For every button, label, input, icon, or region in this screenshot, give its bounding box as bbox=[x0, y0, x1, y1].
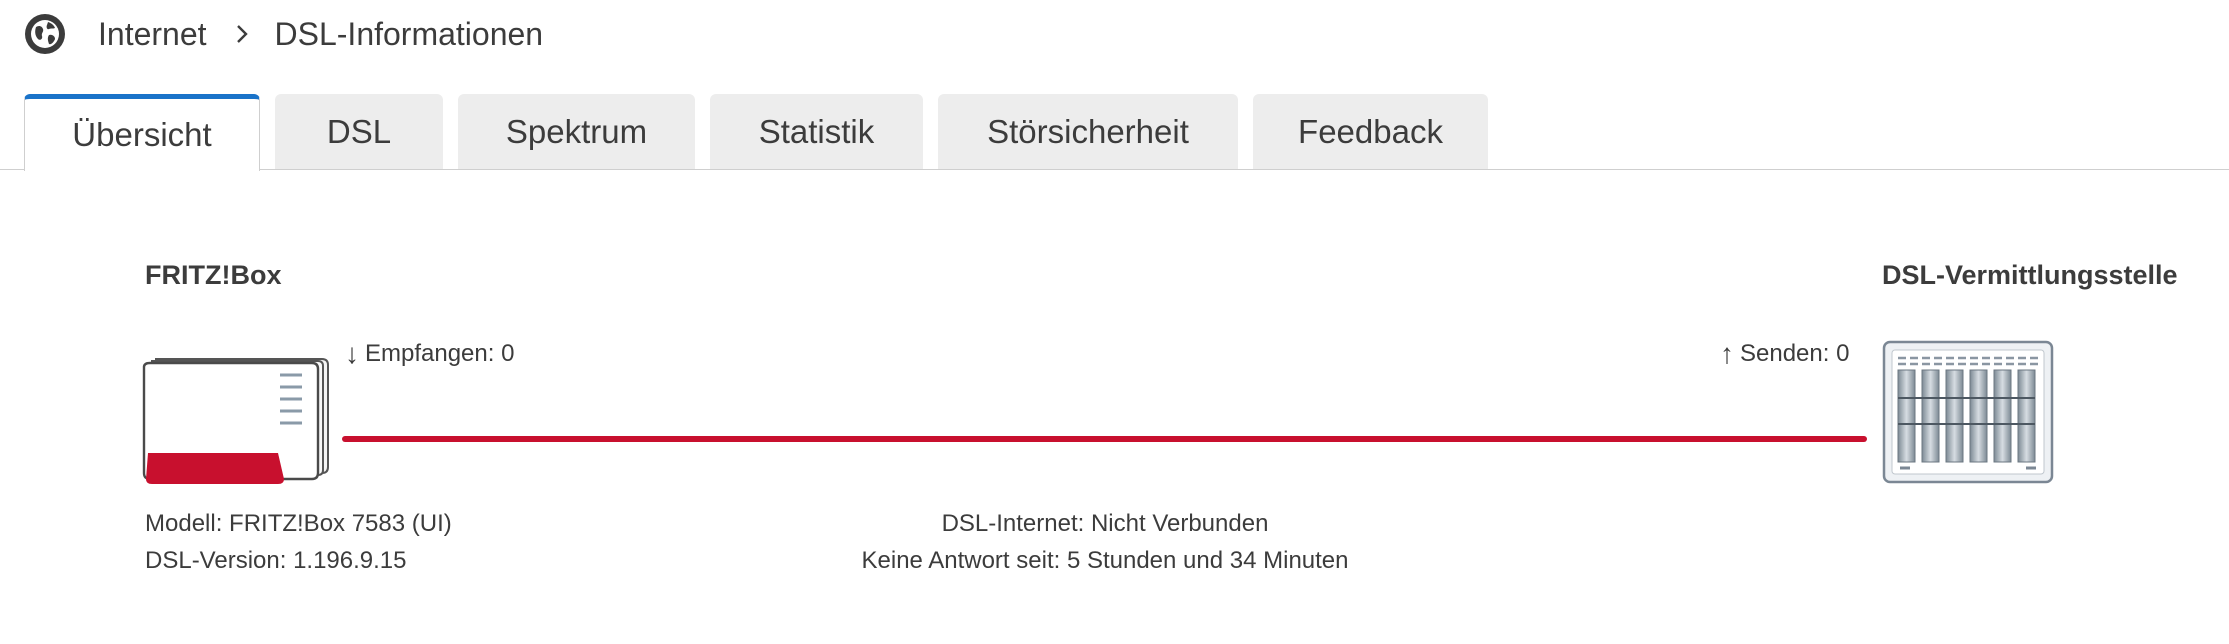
tab-divider bbox=[0, 169, 2229, 170]
downstream-rate: ↓ Empfangen: 0 bbox=[345, 338, 514, 370]
chevron-right-icon bbox=[236, 25, 248, 43]
dsl-exchange-icon bbox=[1882, 340, 2054, 484]
tab-feedback[interactable]: Feedback bbox=[1253, 94, 1488, 170]
model-info: Modell: FRITZ!Box 7583 (UI) bbox=[145, 510, 452, 537]
upstream-label: Senden: 0 bbox=[1740, 340, 1850, 367]
arrow-up-icon: ↑ bbox=[1720, 338, 1734, 369]
breadcrumb-item-dsl-informationen: DSL-Informationen bbox=[274, 16, 544, 52]
connection-line bbox=[342, 436, 1867, 442]
exchange-title: DSL-Vermittlungsstelle bbox=[1882, 260, 2178, 290]
tab-bar: Übersicht DSL Spektrum Statistik Störsic… bbox=[24, 94, 1503, 171]
tab-spektrum[interactable]: Spektrum bbox=[458, 94, 695, 170]
fritzbox-title: FRITZ!Box bbox=[145, 260, 282, 290]
downstream-label: Empfangen: 0 bbox=[365, 340, 515, 367]
breadcrumb-item-internet[interactable]: Internet bbox=[98, 12, 207, 56]
connection-info: DSL-Internet: Nicht Verbunden Keine Antw… bbox=[745, 505, 1465, 579]
breadcrumb: Internet DSL-Informationen bbox=[24, 12, 543, 56]
tab-uebersicht[interactable]: Übersicht bbox=[24, 94, 260, 171]
tab-stoersicherheit[interactable]: Störsicherheit bbox=[938, 94, 1238, 170]
device-info: Modell: FRITZ!Box 7583 (UI) DSL-Version:… bbox=[145, 505, 452, 579]
arrow-down-icon: ↓ bbox=[345, 338, 359, 369]
tab-dsl[interactable]: DSL bbox=[275, 94, 443, 170]
fritzbox-router-icon bbox=[142, 358, 329, 484]
connection-status: DSL-Internet: Nicht Verbunden bbox=[941, 510, 1269, 537]
tab-statistik[interactable]: Statistik bbox=[710, 94, 923, 170]
no-response-info: Keine Antwort seit: 5 Stunden und 34 Min… bbox=[861, 547, 1349, 574]
dsl-version-info: DSL-Version: 1.196.9.15 bbox=[145, 547, 407, 574]
globe-icon bbox=[25, 14, 65, 54]
upstream-rate: ↑ Senden: 0 bbox=[1720, 338, 1849, 370]
